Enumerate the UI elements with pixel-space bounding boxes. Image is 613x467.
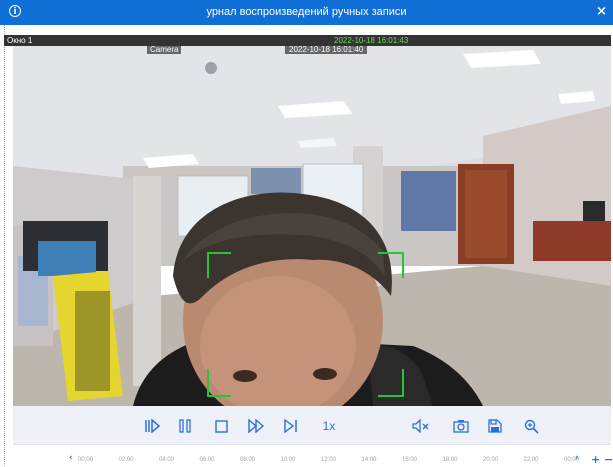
step-play-button[interactable] [143,416,161,436]
zoom-button[interactable] [522,416,540,436]
pause-icon [179,419,191,433]
timeline-tick-label: 16:00 [402,457,418,463]
fast-forward-button[interactable] [247,416,265,436]
timeline-zoom-in-button[interactable]: + [591,453,600,466]
mute-icon [412,419,429,433]
pane-timestamp: 2022-10-18 16:01:43 [334,36,409,45]
timeline-tick-label: 14:00 [361,457,377,463]
timeline-zoom-out-button[interactable]: − [604,453,613,466]
timeline-tick-label: 18:00 [442,457,458,463]
next-frame-button[interactable] [283,416,299,436]
speed-button[interactable]: 1x [319,416,339,436]
timeline-tick-label: 08:00 [240,457,256,463]
timeline-tick-label: 12:00 [321,457,337,463]
record-clip-button[interactable] [486,416,504,436]
next-frame-icon [284,419,297,433]
zoom-in-icon [524,419,539,434]
timeline-tick-label: 00:00 [78,457,94,463]
camera-scene [13,46,611,406]
camera-timestamp: 2022-10-18 16:01:40 [285,46,368,54]
close-icon[interactable]: × [596,4,607,19]
mute-button[interactable] [412,416,430,436]
stop-button[interactable] [213,416,229,436]
pane-label: Окно 1 [7,36,33,45]
timeline-tick-label: 06:00 [199,457,215,463]
video-frame[interactable]: Camera 2022-10-18 16:01:40 [13,46,611,406]
timeline-tick-label: 20:00 [483,457,499,463]
pane-label-bar: Окно 1 2022-10-18 16:01:43 [4,35,611,46]
camera-name-label: Camera [147,46,182,54]
window-title: урнал воспроизведений ручных записи [206,6,407,18]
playback-controls: 1x [13,406,611,444]
timeline-prev-icon[interactable]: ‹ [69,453,73,463]
window-titlebar: i урнал воспроизведений ручных записи × [0,0,613,25]
timeline-tick-label: 04:00 [159,457,175,463]
timeline-next-icon[interactable]: › [575,453,579,463]
record-clip-icon [488,419,502,433]
fast-forward-icon [247,419,264,433]
timeline[interactable]: ‹ 00:00 02:00 04:00 06:00 08:00 10:00 12:00 14:… [13,444,613,467]
camera-icon [453,420,469,433]
timeline-tick-label: 22:00 [523,457,539,463]
snapshot-button[interactable] [452,416,470,436]
step-play-icon [145,419,160,433]
timeline-tick-label: 10:00 [280,457,296,463]
window-edge [4,25,7,466]
timeline-tick-label: 02:00 [118,457,134,463]
stop-icon [214,419,228,433]
pause-button[interactable] [177,416,193,436]
